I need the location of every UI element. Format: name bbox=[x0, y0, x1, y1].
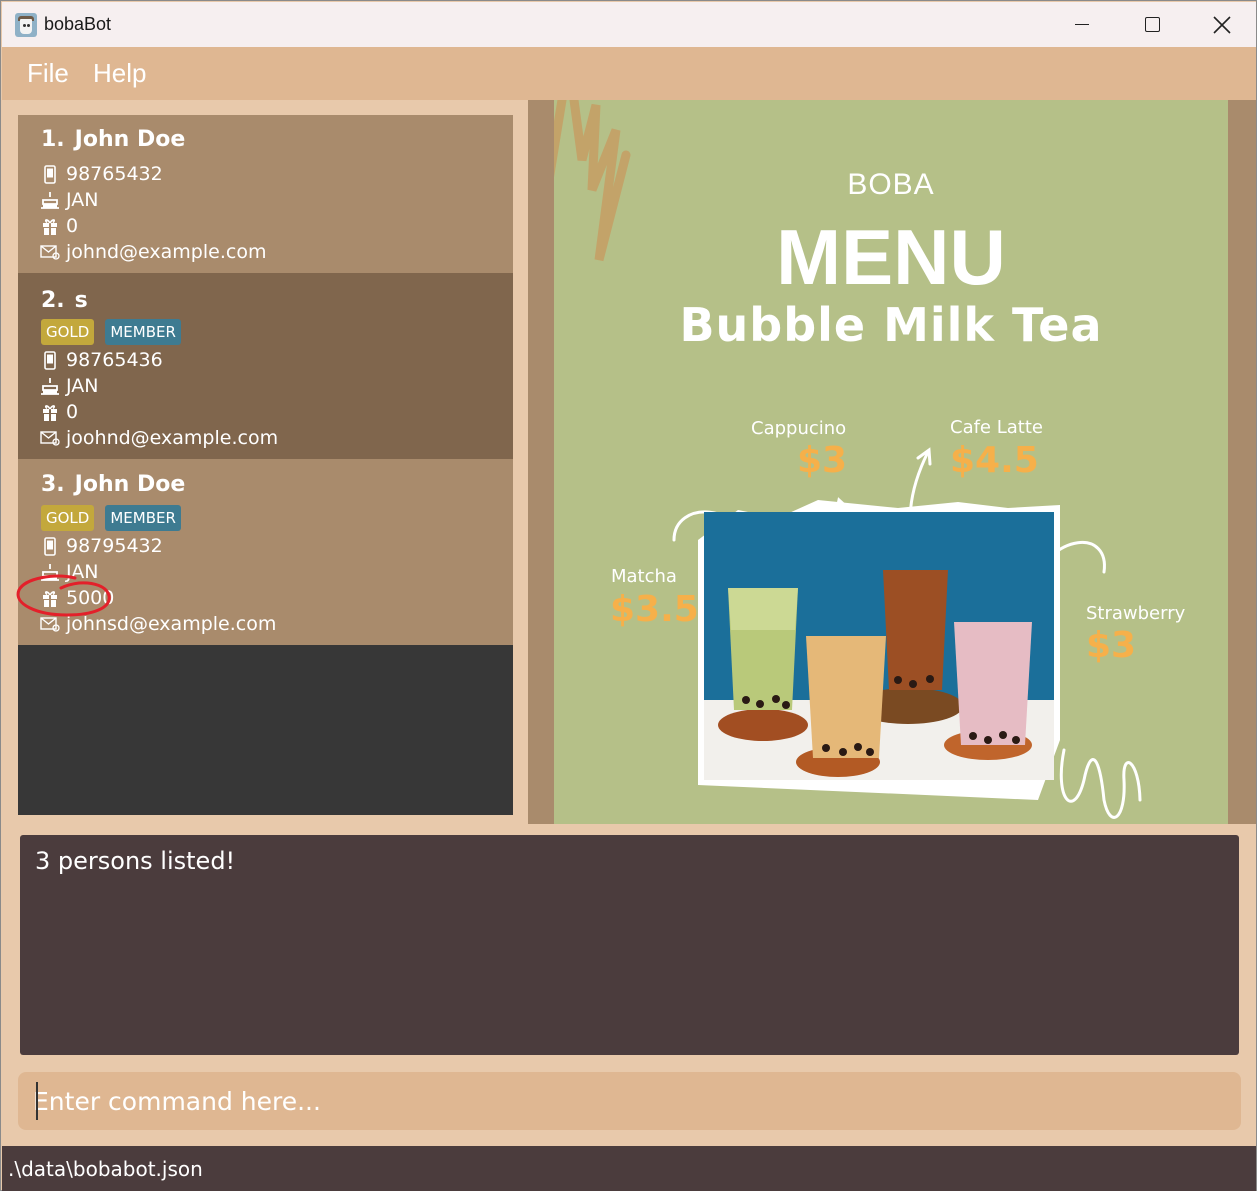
phone-icon bbox=[40, 350, 60, 370]
person-name-line: 3. John Doe bbox=[41, 472, 185, 497]
mail-icon bbox=[40, 428, 60, 448]
person-index: 2. bbox=[41, 288, 65, 313]
tag-list: GOLD MEMBER bbox=[41, 319, 181, 345]
menu-bar: File Help bbox=[2, 47, 1256, 100]
maximize-button[interactable] bbox=[1117, 2, 1187, 47]
person-index: 1. bbox=[41, 127, 65, 152]
email-row: johnsd@example.com bbox=[40, 612, 276, 636]
phone-icon bbox=[40, 164, 60, 184]
birthday-row: JAN bbox=[40, 188, 98, 212]
person-list[interactable]: 1. John Doe 98765432 JAN 0 johnd@example.… bbox=[18, 115, 513, 815]
tag-gold: GOLD bbox=[41, 319, 95, 345]
cake-icon bbox=[40, 190, 60, 210]
maximize-icon bbox=[1144, 17, 1160, 32]
person-card[interactable]: 2. s GOLD MEMBER 98765436 JAN 0 joohnd@ex… bbox=[18, 273, 513, 459]
close-button[interactable] bbox=[1187, 2, 1257, 47]
person-name-line: 1. John Doe bbox=[41, 127, 185, 152]
person-name: John Doe bbox=[74, 472, 186, 497]
phone-value: 98795432 bbox=[66, 535, 163, 557]
points-row: 0 bbox=[40, 214, 78, 238]
phone-row: 98765432 bbox=[40, 162, 163, 186]
mail-icon bbox=[40, 242, 60, 262]
title-bar: bobaBot bbox=[2, 2, 1256, 47]
drinks-photo bbox=[698, 500, 1060, 800]
phone-value: 98765436 bbox=[66, 349, 163, 371]
tag-member: MEMBER bbox=[105, 505, 181, 531]
email-value: joohnd@example.com bbox=[66, 427, 279, 449]
menu-file[interactable]: File bbox=[27, 58, 69, 89]
person-name: John Doe bbox=[74, 127, 186, 152]
birthday-row: JAN bbox=[40, 374, 98, 398]
email-row: joohnd@example.com bbox=[40, 426, 278, 450]
phone-value: 98765432 bbox=[66, 163, 163, 185]
person-card[interactable]: 3. John Doe GOLD MEMBER 98795432 JAN 5000… bbox=[18, 459, 513, 645]
birthday-value: JAN bbox=[66, 189, 99, 211]
email-row: johnd@example.com bbox=[40, 240, 266, 264]
image-panel: BOBA MENU Bubble Milk Tea Cappucino $3 C… bbox=[528, 100, 1256, 824]
minimize-button[interactable] bbox=[1047, 2, 1117, 47]
tag-member: MEMBER bbox=[105, 319, 181, 345]
cake-icon bbox=[40, 562, 60, 582]
data-file-path: .\data\bobabot.json bbox=[8, 1157, 203, 1181]
minimize-icon bbox=[1075, 23, 1089, 26]
result-display: 3 persons listed! bbox=[20, 835, 1239, 1055]
person-index: 3. bbox=[41, 472, 65, 497]
points-value: 0 bbox=[66, 215, 79, 237]
menu-help[interactable]: Help bbox=[93, 58, 146, 89]
person-card[interactable]: 1. John Doe 98765432 JAN 0 johnd@example.… bbox=[18, 115, 513, 273]
app-window: bobaBot File Help 1. John Doe 98765432 J… bbox=[0, 0, 1257, 1191]
points-value: 5000 bbox=[66, 587, 115, 609]
boba-menu-poster: BOBA MENU Bubble Milk Tea Cappucino $3 C… bbox=[554, 100, 1228, 824]
gift-icon bbox=[40, 588, 60, 608]
gift-icon bbox=[40, 216, 60, 236]
phone-row: 98795432 bbox=[40, 534, 163, 558]
close-icon bbox=[1213, 15, 1231, 34]
tag-gold: GOLD bbox=[41, 505, 95, 531]
tag-list: GOLD MEMBER bbox=[41, 505, 181, 531]
person-name: s bbox=[74, 288, 88, 313]
mail-icon bbox=[40, 614, 60, 634]
birthday-value: JAN bbox=[66, 375, 99, 397]
phone-icon bbox=[40, 536, 60, 556]
status-bar: .\data\bobabot.json bbox=[2, 1146, 1256, 1191]
points-row: 0 bbox=[40, 400, 78, 424]
birthday-value: JAN bbox=[66, 561, 99, 583]
birthday-row: JAN bbox=[40, 560, 98, 584]
cake-icon bbox=[40, 376, 60, 396]
result-message: 3 persons listed! bbox=[35, 847, 236, 875]
window-title: bobaBot bbox=[44, 14, 112, 34]
text-caret bbox=[36, 1082, 38, 1120]
email-value: johnd@example.com bbox=[66, 241, 267, 263]
phone-row: 98765436 bbox=[40, 348, 163, 372]
points-value: 0 bbox=[66, 401, 79, 423]
gift-icon bbox=[40, 402, 60, 422]
boba-app-icon bbox=[15, 13, 37, 37]
command-input[interactable] bbox=[33, 1072, 1223, 1130]
points-row: 5000 bbox=[40, 586, 114, 610]
person-name-line: 2. s bbox=[41, 288, 88, 313]
email-value: johnsd@example.com bbox=[66, 613, 277, 635]
command-box[interactable] bbox=[18, 1072, 1241, 1130]
